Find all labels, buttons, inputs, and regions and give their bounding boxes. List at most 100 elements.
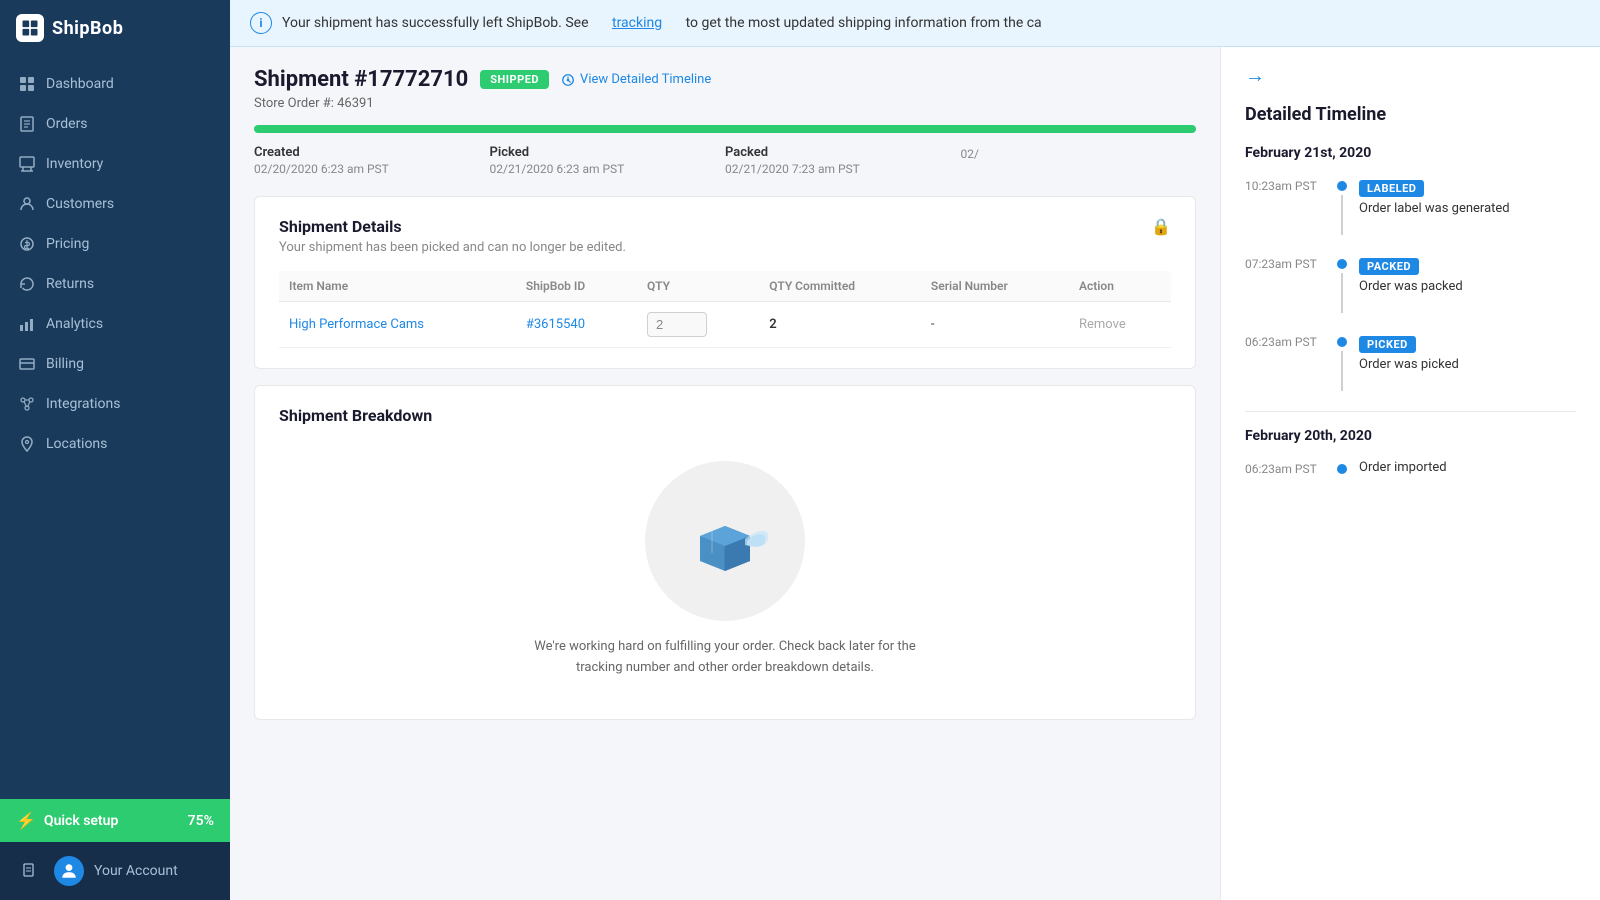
your-account-section[interactable]: Your Account: [0, 842, 230, 900]
sidebar-item-customers[interactable]: Customers: [0, 184, 230, 224]
sidebar-item-billing[interactable]: Billing: [0, 344, 230, 384]
sidebar-item-label: Billing: [46, 356, 84, 372]
integrations-icon: [18, 395, 36, 413]
card-subtitle: Your shipment has been picked and can no…: [279, 240, 1171, 255]
shipment-details-card: Shipment Details 🔒 Your shipment has bee…: [254, 196, 1196, 369]
timeline-dot: [1337, 464, 1347, 474]
shipment-number: Shipment #17772710: [254, 67, 468, 92]
col-item-name: Item Name: [279, 271, 516, 302]
inventory-icon: [18, 155, 36, 173]
sidebar-item-label: Locations: [46, 436, 107, 452]
sidebar-item-label: Inventory: [46, 156, 103, 172]
step-time: 02/21/2020 7:23 am PST: [725, 162, 961, 176]
col-action: Action: [1069, 271, 1171, 302]
table-head: Item Name ShipBob ID QTY QTY Committed S…: [279, 271, 1171, 302]
analytics-icon: [18, 315, 36, 333]
step-time: 02/21/2020 6:23 am PST: [490, 162, 726, 176]
entry-desc: Order label was generated: [1359, 201, 1576, 216]
entry-desc: Order imported: [1359, 460, 1576, 475]
pricing-icon: [18, 235, 36, 253]
view-timeline-button[interactable]: View Detailed Timeline: [561, 72, 711, 87]
entry-time: 10:23am PST: [1245, 177, 1325, 193]
dot-col: [1337, 460, 1347, 474]
step-picked: Picked 02/21/2020 6:23 am PST: [490, 145, 726, 176]
tracking-link[interactable]: tracking: [612, 15, 662, 31]
entry-content: PICKED Order was picked: [1359, 333, 1576, 372]
logo-area[interactable]: ShipBob: [0, 0, 230, 56]
customers-icon: [18, 195, 36, 213]
entry-desc: Order was picked: [1359, 357, 1576, 372]
timeline-entry-labeled: 10:23am PST LABELED Order label was gene…: [1245, 177, 1576, 235]
breakdown-text: We're working hard on fulfilling your or…: [534, 637, 915, 679]
account-avatar: [54, 856, 84, 886]
sidebar-item-label: Integrations: [46, 396, 120, 412]
sidebar-item-returns[interactable]: Returns: [0, 264, 230, 304]
item-name-link[interactable]: High Performace Cams: [289, 317, 424, 332]
timeline-divider: [1245, 411, 1576, 412]
sidebar-item-label: Analytics: [46, 316, 103, 332]
sidebar-item-orders[interactable]: Orders: [0, 104, 230, 144]
table-body: High Performace Cams #3615540 2 - Remove: [279, 302, 1171, 348]
timeline-dot: [1337, 259, 1347, 269]
sidebar-item-dashboard[interactable]: Dashboard: [0, 64, 230, 104]
timeline-entry-packed: 07:23am PST PACKED Order was packed: [1245, 255, 1576, 313]
breakdown-title: Shipment Breakdown: [279, 406, 1171, 425]
card-header: Shipment Details 🔒: [279, 217, 1171, 236]
quick-setup-label: Quick setup: [44, 813, 180, 829]
entry-time: 06:23am PST: [1245, 460, 1325, 476]
page-icon: [16, 857, 44, 885]
step-label: Picked: [490, 145, 726, 160]
shipment-area: Shipment #17772710 SHIPPED View Detailed…: [230, 47, 1220, 900]
timeline-panel: → Detailed Timeline February 21st, 2020 …: [1220, 47, 1600, 900]
entry-badge-labeled: LABELED: [1359, 180, 1424, 197]
view-timeline-label: View Detailed Timeline: [580, 72, 711, 87]
content-body: Shipment #17772710 SHIPPED View Detailed…: [230, 47, 1600, 900]
quick-setup-percent: 75%: [188, 813, 214, 829]
step-time: 02/: [961, 147, 1197, 161]
quick-setup-bar[interactable]: ⚡ Quick setup 75%: [0, 799, 230, 842]
status-badge: SHIPPED: [480, 70, 549, 89]
sidebar-item-analytics[interactable]: Analytics: [0, 304, 230, 344]
timeline-line: [1341, 273, 1343, 313]
qty-input[interactable]: [647, 312, 707, 337]
sidebar-item-locations[interactable]: Locations: [0, 424, 230, 464]
progress-fill: [254, 125, 1196, 133]
lock-icon: 🔒: [1151, 217, 1171, 236]
notification-text-after: to get the most updated shipping informa…: [686, 15, 1042, 31]
sidebar-bottom: ⚡ Quick setup 75% Your Account: [0, 799, 230, 900]
sidebar-item-pricing[interactable]: Pricing: [0, 224, 230, 264]
step-created: Created 02/20/2020 6:23 am PST: [254, 145, 490, 176]
timeline-date-feb21: February 21st, 2020: [1245, 145, 1576, 161]
entry-content: LABELED Order label was generated: [1359, 177, 1576, 216]
step-packed: Packed 02/21/2020 7:23 am PST: [725, 145, 961, 176]
entry-badge-packed: PACKED: [1359, 258, 1419, 275]
notification-text-before: Your shipment has successfully left Ship…: [282, 15, 589, 31]
remove-button[interactable]: Remove: [1079, 317, 1126, 332]
card-title: Shipment Details: [279, 217, 402, 236]
sidebar-item-inventory[interactable]: Inventory: [0, 144, 230, 184]
entry-time: 07:23am PST: [1245, 255, 1325, 271]
shipment-header: Shipment #17772710 SHIPPED View Detailed…: [254, 67, 1196, 92]
panel-title: Detailed Timeline: [1245, 104, 1576, 125]
details-table: Item Name ShipBob ID QTY QTY Committed S…: [279, 271, 1171, 348]
shipment-breakdown-card: Shipment Breakdown: [254, 385, 1196, 720]
entry-content: Order imported: [1359, 460, 1576, 475]
billing-icon: [18, 355, 36, 373]
logo-icon: [16, 14, 44, 42]
dot-col: [1337, 177, 1347, 235]
sidebar-item-integrations[interactable]: Integrations: [0, 384, 230, 424]
qty-committed: 2: [769, 317, 776, 332]
timeline-line: [1341, 195, 1343, 235]
sidebar-item-label: Returns: [46, 276, 94, 292]
sidebar-item-label: Dashboard: [46, 76, 114, 92]
account-label: Your Account: [94, 863, 178, 879]
sidebar-item-label: Customers: [46, 196, 114, 212]
sidebar-nav: Dashboard Orders: [0, 56, 230, 799]
returns-icon: [18, 275, 36, 293]
timeline-dot: [1337, 181, 1347, 191]
store-order: Store Order #: 46391: [254, 96, 1196, 111]
shipbob-id-link[interactable]: #3615540: [526, 317, 585, 332]
step-last: 02/: [961, 145, 1197, 176]
sidebar: ShipBob Dashboard Orders: [0, 0, 230, 900]
back-arrow[interactable]: →: [1245, 63, 1265, 88]
